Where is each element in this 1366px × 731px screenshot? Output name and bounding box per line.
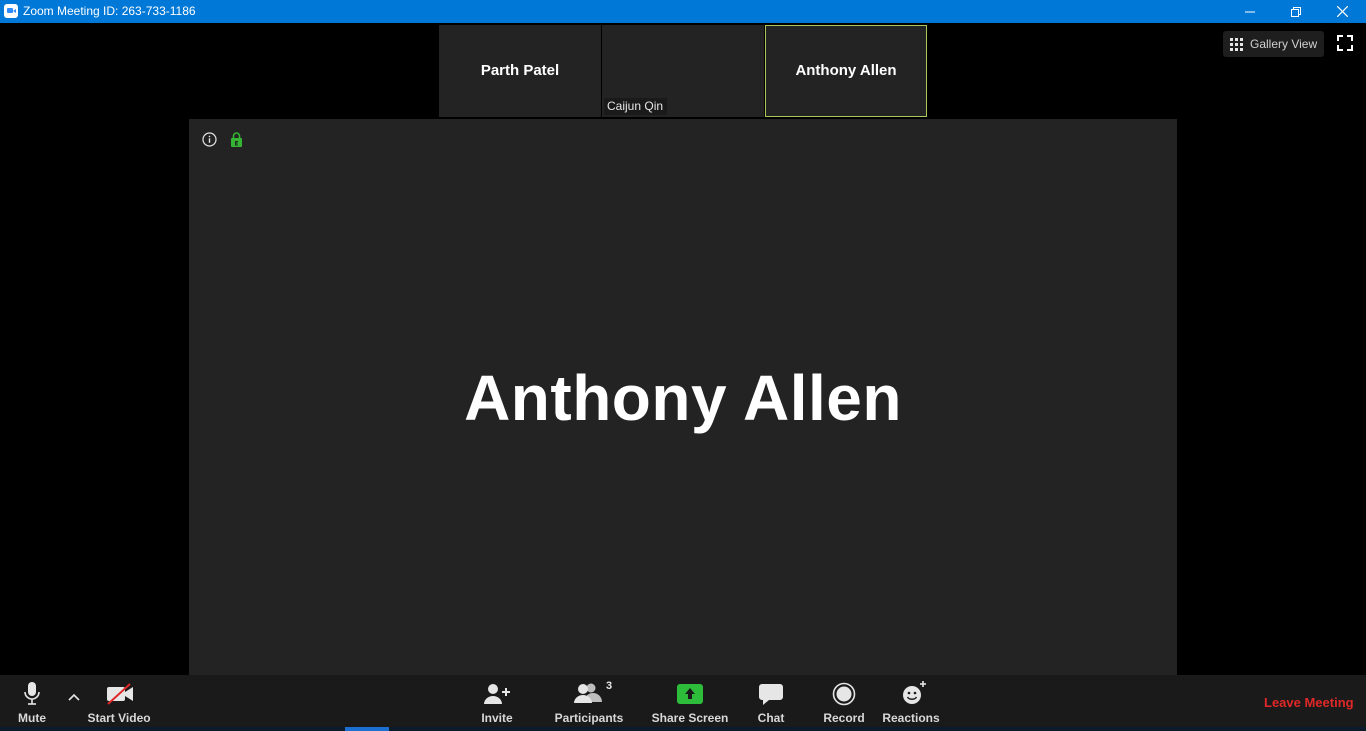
chevron-up-icon	[68, 693, 80, 701]
start-video-button[interactable]: Start Video	[87, 675, 151, 731]
participant-thumbnail[interactable]: Parth Patel	[439, 25, 601, 117]
fullscreen-button[interactable]	[1335, 33, 1355, 53]
taskbar-active-indicator	[345, 727, 389, 731]
participants-icon	[574, 683, 602, 703]
active-speaker-video: E Anthony Allen	[189, 119, 1177, 675]
gallery-view-label: Gallery View	[1250, 37, 1318, 51]
participant-name-tag: Caijun Qin	[604, 98, 668, 115]
chat-icon	[759, 684, 783, 705]
meeting-toolbar: Mute Start Video Invite Participants 3 S…	[0, 675, 1366, 731]
mute-label: Mute	[18, 711, 46, 725]
chat-label: Chat	[757, 711, 785, 725]
participant-name: Parth Patel	[480, 62, 560, 79]
invite-label: Invite	[481, 711, 513, 725]
info-icon[interactable]	[202, 132, 217, 147]
participant-thumbnail[interactable]: Caijun Qin	[602, 25, 764, 117]
record-label: Record	[823, 711, 865, 725]
start-video-label: Start Video	[87, 711, 151, 725]
record-icon	[832, 682, 856, 706]
participants-label: Participants	[554, 711, 624, 725]
add-user-icon	[484, 684, 510, 704]
share-screen-label: Share Screen	[651, 711, 729, 725]
minimize-icon	[1245, 11, 1255, 12]
emoji-add-icon	[903, 681, 926, 704]
share-screen-button[interactable]: Share Screen	[651, 675, 729, 731]
reactions-button[interactable]: Reactions	[882, 675, 940, 731]
close-button[interactable]	[1319, 0, 1365, 23]
taskbar-edge	[0, 727, 1366, 731]
microphone-icon	[24, 682, 40, 705]
svg-text:E: E	[234, 141, 238, 148]
close-icon	[1336, 6, 1348, 17]
restore-icon	[1291, 6, 1301, 17]
encryption-lock-icon[interactable]: E	[230, 132, 243, 147]
share-screen-icon	[677, 684, 703, 704]
video-off-icon	[107, 683, 133, 705]
leave-meeting-button[interactable]: Leave Meeting	[1264, 695, 1354, 710]
minimize-button[interactable]	[1227, 0, 1273, 23]
restore-button[interactable]	[1273, 0, 1319, 23]
mute-button[interactable]: Mute	[12, 675, 52, 731]
zoom-app-icon	[4, 4, 18, 18]
grid-icon	[1230, 37, 1243, 51]
participants-count-badge: 3	[606, 680, 613, 692]
reactions-label: Reactions	[882, 711, 940, 725]
gallery-view-button[interactable]: Gallery View	[1223, 31, 1324, 57]
chat-button[interactable]: Chat	[754, 675, 788, 731]
fullscreen-icon	[1337, 35, 1353, 51]
window-title: Zoom Meeting ID: 263-733-1186	[23, 4, 196, 18]
participant-thumbnail-active-speaker[interactable]: Anthony Allen	[765, 25, 927, 117]
active-speaker-name: Anthony Allen	[464, 362, 902, 434]
title-bar: Zoom Meeting ID: 263-733-1186	[0, 0, 1366, 23]
invite-button[interactable]: Invite	[476, 675, 518, 731]
participant-name: Anthony Allen	[795, 62, 897, 79]
audio-options-button[interactable]	[64, 675, 84, 731]
record-button[interactable]: Record	[822, 675, 866, 731]
